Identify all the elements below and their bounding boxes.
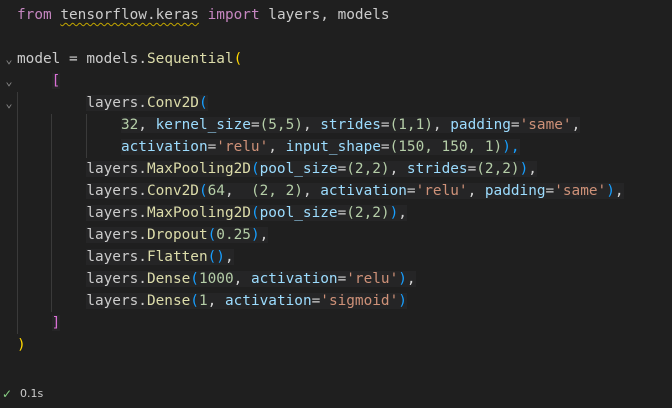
param-padding: padding bbox=[484, 183, 546, 199]
code-line-3[interactable]: ⌄ model = models.Sequential( bbox=[0, 48, 672, 70]
bracket-close: ] bbox=[51, 315, 61, 331]
keyword-import: import bbox=[207, 7, 260, 23]
code-line-13[interactable]: layers.Dense(1000, activation='relu'), bbox=[0, 268, 672, 290]
param-activation: activation bbox=[224, 293, 312, 309]
code-line-9[interactable]: layers.Conv2D(64, (2, 2), activation='re… bbox=[0, 180, 672, 202]
value-strides: (1,1) bbox=[389, 117, 433, 133]
code-line-8[interactable]: layers.MaxPooling2D(pool_size=(2,2), str… bbox=[0, 158, 672, 180]
param-padding: padding bbox=[450, 117, 511, 133]
cell-status-bar: ✓ 0.1s bbox=[0, 384, 672, 404]
value-activation: 'relu' bbox=[216, 139, 269, 155]
value-pool-size: (2,2) bbox=[346, 205, 390, 221]
code-line-16[interactable]: ) bbox=[0, 334, 672, 356]
code-line-2[interactable] bbox=[0, 26, 672, 48]
value-units: 1 bbox=[198, 293, 208, 309]
code-line-12[interactable]: layers.Flatten(), bbox=[0, 246, 672, 268]
value-units: 1000 bbox=[198, 271, 234, 287]
indent-guide bbox=[51, 114, 52, 312]
param-strides: strides bbox=[406, 161, 468, 177]
indent-guide bbox=[17, 92, 18, 334]
paren-open: ( bbox=[198, 95, 208, 111]
paren-open: ( bbox=[233, 51, 243, 67]
indent-guide bbox=[86, 114, 87, 158]
code-line-7[interactable]: activation='relu', input_shape=(150, 150… bbox=[0, 136, 672, 158]
code-area[interactable]: from tensorflow.keras import layers, mod… bbox=[0, 4, 672, 356]
keyword-from: from bbox=[17, 7, 52, 23]
value-activation: 'sigmoid' bbox=[320, 293, 399, 309]
paren-close: ), bbox=[502, 139, 520, 155]
param-activation: activation bbox=[250, 271, 338, 287]
empty-args: () bbox=[207, 249, 225, 265]
module-name: tensorflow.keras bbox=[60, 7, 199, 23]
arg-kernel: (2, 2) bbox=[250, 183, 303, 199]
object-models: models. bbox=[86, 51, 147, 67]
object-layers: layers. bbox=[86, 161, 147, 177]
function-conv2d: Conv2D bbox=[146, 95, 199, 111]
value-pool-size: (2,2) bbox=[346, 161, 390, 177]
arg-filters: 32 bbox=[120, 117, 139, 133]
function-maxpooling2d: MaxPooling2D bbox=[146, 205, 251, 221]
code-line-4[interactable]: ⌄ [ bbox=[0, 70, 672, 92]
value-rate: 0.25 bbox=[216, 227, 251, 243]
object-layers: layers. bbox=[86, 95, 147, 111]
param-activation: activation bbox=[120, 139, 208, 155]
param-strides: strides bbox=[320, 117, 381, 133]
arg-filters: 64 bbox=[207, 183, 225, 199]
operator-assign: = bbox=[69, 51, 78, 67]
chevron-down-icon[interactable]: ⌄ bbox=[3, 92, 15, 114]
paren-close: ) bbox=[17, 337, 26, 353]
code-line-6[interactable]: 32, kernel_size=(5,5), strides=(1,1), pa… bbox=[0, 114, 672, 136]
code-line-5[interactable]: ⌄ layers.Conv2D( bbox=[0, 92, 672, 114]
object-layers: layers. bbox=[86, 205, 147, 221]
value-input-shape: (150, 150, 1) bbox=[389, 139, 503, 155]
function-conv2d: Conv2D bbox=[146, 183, 199, 199]
bracket-open: [ bbox=[51, 73, 61, 89]
function-flatten: Flatten bbox=[146, 249, 208, 265]
function-dropout: Dropout bbox=[146, 227, 208, 243]
value-padding: 'same' bbox=[519, 117, 572, 133]
function-dense: Dense bbox=[146, 271, 191, 287]
value-activation: 'relu' bbox=[346, 271, 399, 287]
execution-time: 0.1s bbox=[20, 387, 44, 400]
value-kernel-size: (5,5) bbox=[259, 117, 303, 133]
value-padding: 'same' bbox=[554, 183, 607, 199]
chevron-down-icon[interactable]: ⌄ bbox=[3, 48, 15, 70]
code-line-11[interactable]: layers.Dropout(0.25), bbox=[0, 224, 672, 246]
value-activation: 'relu' bbox=[415, 183, 468, 199]
value-strides: (2,2) bbox=[476, 161, 520, 177]
code-line-1[interactable]: from tensorflow.keras import layers, mod… bbox=[0, 4, 672, 26]
function-maxpooling2d: MaxPooling2D bbox=[146, 161, 251, 177]
code-line-14[interactable]: layers.Dense(1, activation='sigmoid') bbox=[0, 290, 672, 312]
function-sequential: Sequential bbox=[147, 51, 234, 67]
object-layers: layers. bbox=[86, 271, 147, 287]
variable-model: model bbox=[17, 51, 61, 67]
param-pool-size: pool_size bbox=[259, 161, 338, 177]
param-kernel-size: kernel_size bbox=[155, 117, 251, 133]
code-editor[interactable]: from tensorflow.keras import layers, mod… bbox=[0, 0, 672, 408]
object-layers: layers. bbox=[86, 227, 147, 243]
code-line-10[interactable]: layers.MaxPooling2D(pool_size=(2,2)), bbox=[0, 202, 672, 224]
code-line-15[interactable]: ] bbox=[0, 312, 672, 334]
object-layers: layers. bbox=[86, 249, 147, 265]
param-activation: activation bbox=[320, 183, 407, 199]
param-input-shape: input_shape bbox=[285, 139, 381, 155]
check-icon: ✓ bbox=[2, 387, 13, 401]
object-layers: layers. bbox=[86, 293, 147, 309]
chevron-down-icon[interactable]: ⌄ bbox=[3, 70, 15, 92]
param-pool-size: pool_size bbox=[259, 205, 338, 221]
function-dense: Dense bbox=[146, 293, 191, 309]
import-names: layers, models bbox=[268, 7, 390, 23]
object-layers: layers. bbox=[86, 183, 147, 199]
